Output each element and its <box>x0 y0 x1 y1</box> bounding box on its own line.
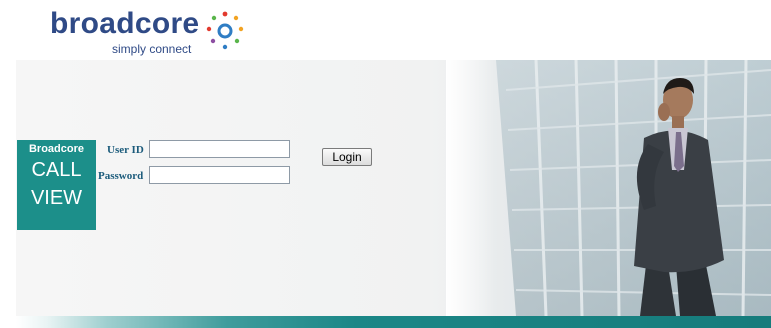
call-view-badge: Broadcore CALL VIEW <box>17 140 96 230</box>
logo-tagline: simply connect <box>112 42 192 56</box>
login-button[interactable]: Login <box>322 148 372 166</box>
logo-wordmark: broadcore <box>50 7 200 40</box>
userid-label: User ID <box>107 144 144 156</box>
hero-banner <box>16 60 771 316</box>
userid-input[interactable] <box>149 140 290 158</box>
badge-brand: Broadcore <box>28 143 85 155</box>
broadcore-logo: broadcore simply connect <box>50 6 260 60</box>
badge-line-view: VIEW <box>30 187 83 209</box>
office-building-photo <box>446 60 771 316</box>
badge-line-call: CALL <box>31 159 82 181</box>
password-label: Password <box>98 170 144 182</box>
logo-dots-icon <box>206 11 244 50</box>
footer-accent-strip <box>16 316 771 328</box>
password-input[interactable] <box>149 166 290 184</box>
